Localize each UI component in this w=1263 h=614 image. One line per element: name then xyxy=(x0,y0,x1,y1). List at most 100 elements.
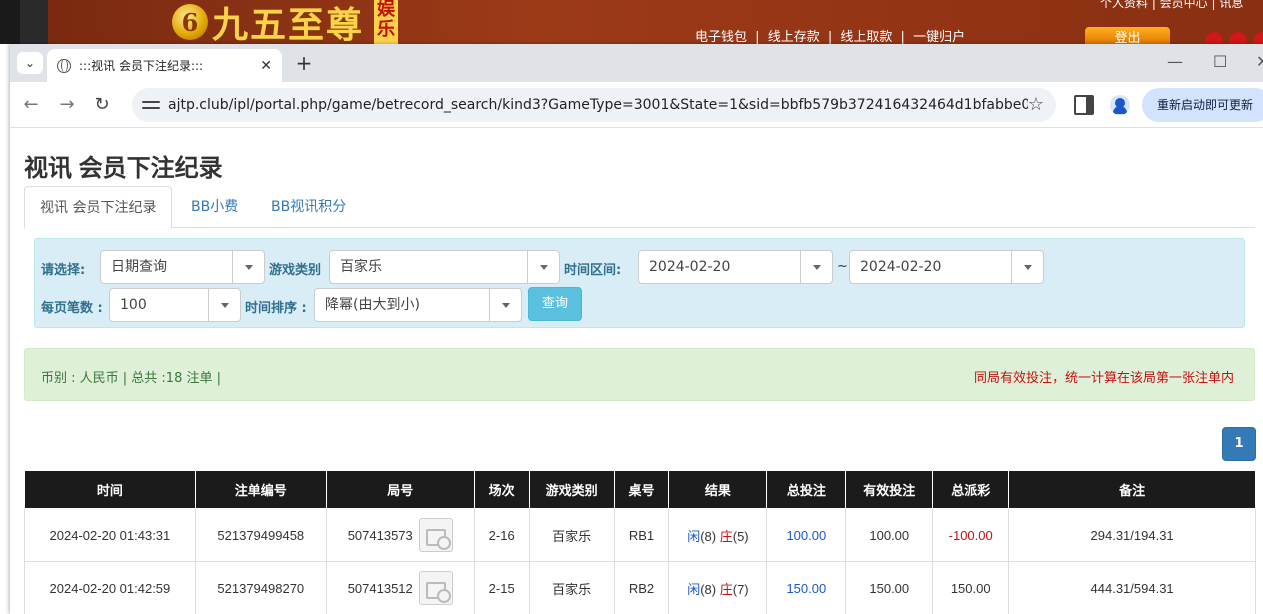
cell-result: 闲(8) 庄(5) xyxy=(668,508,768,562)
side-panel-icon[interactable] xyxy=(1074,95,1094,115)
result-banker-score: (5) xyxy=(732,528,749,544)
game-type-value: 百家乐 xyxy=(340,259,382,275)
cell-result: 闲(8) 庄(7) xyxy=(668,561,768,614)
cell-bet-no: 521379498270 xyxy=(194,561,327,614)
chevron-down-icon xyxy=(527,251,559,283)
header-game-type: 游戏类别 xyxy=(528,470,615,509)
bookmark-star-icon[interactable]: ☆ xyxy=(1028,94,1044,115)
site-info-icon[interactable] xyxy=(142,96,160,114)
header-table-no: 桌号 xyxy=(613,470,670,509)
background-site: 6 九五至尊 娱乐 电子钱包 | 线上存款 | 线上取款 | 一键归户 个人资料… xyxy=(0,0,1263,50)
result-player-label: 闲 xyxy=(687,528,701,544)
site-logo: 6 九五至尊 娱乐 xyxy=(172,0,399,46)
query-button[interactable]: 查询 xyxy=(528,287,582,321)
browser-window: ⌄ :::视讯 会员下注纪录::: ✕ + — ☐ ✕ ← → ↻ ajtp.c… xyxy=(10,44,1263,614)
table-row: 2024-02-20 01:42:59 521379498270 5074135… xyxy=(24,561,1256,614)
result-player-score: (8) xyxy=(700,528,717,544)
cell-bet-no: 521379499458 xyxy=(194,508,327,562)
result-banker-label: 庄 xyxy=(719,528,733,544)
link-separator: | xyxy=(900,30,905,45)
close-icon[interactable]: ✕ xyxy=(260,58,272,74)
record-tabs: 视讯 会员下注纪录 BB小费 BB视讯积分 xyxy=(24,186,1255,229)
tab-bb-tips[interactable]: BB小费 xyxy=(176,186,253,228)
logo-tag: 娱乐 xyxy=(374,0,399,44)
link-one-click-transfer[interactable]: 一键归户 xyxy=(913,30,965,45)
date-to-select[interactable]: 2024-02-20 xyxy=(849,250,1044,284)
cell-table-no: RB1 xyxy=(613,508,670,562)
chevron-down-icon xyxy=(208,289,240,321)
table-row: 2024-02-20 01:43:31 521379499458 5074135… xyxy=(24,508,1256,562)
link-separator: | xyxy=(827,30,833,45)
header-session: 场次 xyxy=(473,470,530,509)
query-type-select[interactable]: 日期查询 xyxy=(100,250,265,284)
bet-records-table: 时间 注单编号 局号 场次 游戏类别 桌号 结果 总投注 有效投注 总派彩 备注… xyxy=(24,470,1256,614)
time-sort-select[interactable]: 降幂(由大到小) xyxy=(314,288,522,322)
new-tab-plus-icon[interactable]: + xyxy=(292,51,316,75)
time-range-label: 时间区间: xyxy=(564,263,622,278)
chevron-down-icon xyxy=(1011,251,1043,283)
link-deposit[interactable]: 线上存款 xyxy=(768,30,820,45)
table-header-row: 时间 注单编号 局号 场次 游戏类别 桌号 结果 总投注 有效投注 总派彩 备注 xyxy=(24,470,1256,509)
summary-notice: 同局有效投注，统一计算在该局第一张注单内 xyxy=(973,371,1234,386)
back-arrow-icon[interactable]: ← xyxy=(20,94,42,116)
video-replay-icon[interactable] xyxy=(418,571,453,605)
cell-time: 2024-02-20 01:42:59 xyxy=(24,561,196,614)
game-type-label: 游戏类别 xyxy=(269,263,322,278)
date-from-value: 2024-02-20 xyxy=(649,259,731,275)
browser-tab-active[interactable]: :::视讯 会员下注纪录::: ✕ xyxy=(47,49,282,82)
page-title: 视讯 会员下注纪录 xyxy=(24,155,223,182)
video-replay-icon[interactable] xyxy=(418,518,453,552)
browser-tab-title: :::视讯 会员下注纪录::: xyxy=(79,59,204,73)
time-sort-label: 时间排序 : xyxy=(245,301,307,316)
cell-game-type: 百家乐 xyxy=(528,561,615,614)
per-page-value: 100 xyxy=(120,297,147,313)
tab-live-bet-records[interactable]: 视讯 会员下注纪录 xyxy=(24,186,173,229)
maximize-icon[interactable]: ☐ xyxy=(1213,52,1227,71)
cell-note: 444.31/594.31 xyxy=(1008,561,1256,614)
summary-alert: 币别 : 人民币 | 总共 :18 注单 | 同局有效投注，统一计算在该局第一张… xyxy=(24,348,1255,401)
time-sort-value: 降幂(由大到小) xyxy=(325,297,420,313)
cell-table-no: RB2 xyxy=(613,561,670,614)
header-valid-bet: 有效投注 xyxy=(845,470,934,509)
cell-round-no: 507413512 xyxy=(325,561,475,614)
logo-coin-icon: 6 xyxy=(172,4,208,40)
filter-panel: 请选择: 日期查询 游戏类别 百家乐 时间区间: 2024-02-20 ~ 20… xyxy=(34,238,1245,328)
site-top-right-links[interactable]: 个人资料 | 会员中心 | 讯息 xyxy=(1100,0,1243,11)
cell-valid-bet: 100.00 xyxy=(845,508,934,562)
cell-session: 2-16 xyxy=(473,508,530,562)
header-round-no: 局号 xyxy=(325,470,475,509)
profile-avatar-icon[interactable] xyxy=(1110,95,1130,115)
header-total-bet: 总投注 xyxy=(766,470,847,509)
link-separator: | xyxy=(755,30,760,45)
reload-icon[interactable]: ↻ xyxy=(91,94,113,116)
globe-icon xyxy=(57,58,71,73)
update-button[interactable]: 重新启动即可更新 xyxy=(1142,88,1263,122)
logout-button[interactable]: 登出 xyxy=(1085,27,1170,44)
round-number: 507413573 xyxy=(347,527,413,543)
query-type-label: 请选择: xyxy=(41,263,86,278)
date-from-select[interactable]: 2024-02-20 xyxy=(638,250,833,284)
cell-valid-bet: 150.00 xyxy=(845,561,934,614)
link-withdraw[interactable]: 线上取款 xyxy=(840,30,892,45)
minimize-icon[interactable]: — xyxy=(1167,52,1183,71)
result-banker-label: 庄 xyxy=(719,581,733,597)
tab-bb-live-points[interactable]: BB视讯积分 xyxy=(256,186,361,228)
address-bar[interactable]: ajtp.club/ipl/portal.php/game/betrecord_… xyxy=(132,88,1056,122)
forward-arrow-icon[interactable]: → xyxy=(56,94,78,116)
site-top-links: 电子钱包 | 线上存款 | 线上取款 | 一键归户 xyxy=(693,26,967,45)
query-type-value: 日期查询 xyxy=(111,259,167,275)
cell-total-bet: 150.00 xyxy=(766,561,847,614)
chevron-down-icon xyxy=(800,251,832,283)
game-type-select[interactable]: 百家乐 xyxy=(329,250,560,284)
per-page-select[interactable]: 100 xyxy=(109,288,241,322)
chevron-down-icon xyxy=(232,251,264,283)
link-e-wallet[interactable]: 电子钱包 xyxy=(695,30,747,45)
pagination-page-1[interactable]: 1 xyxy=(1222,427,1256,461)
summary-text: 币别 : 人民币 | 总共 :18 注单 | xyxy=(41,371,221,386)
address-url[interactable]: ajtp.club/ipl/portal.php/game/betrecord_… xyxy=(168,97,1028,113)
result-player-score: (8) xyxy=(700,581,717,597)
window-close-icon[interactable]: ✕ xyxy=(1256,52,1263,71)
cell-note: 294.31/194.31 xyxy=(1008,508,1256,562)
tab-search-chevron-icon[interactable]: ⌄ xyxy=(17,52,43,74)
cell-payout: 150.00 xyxy=(932,561,1010,614)
